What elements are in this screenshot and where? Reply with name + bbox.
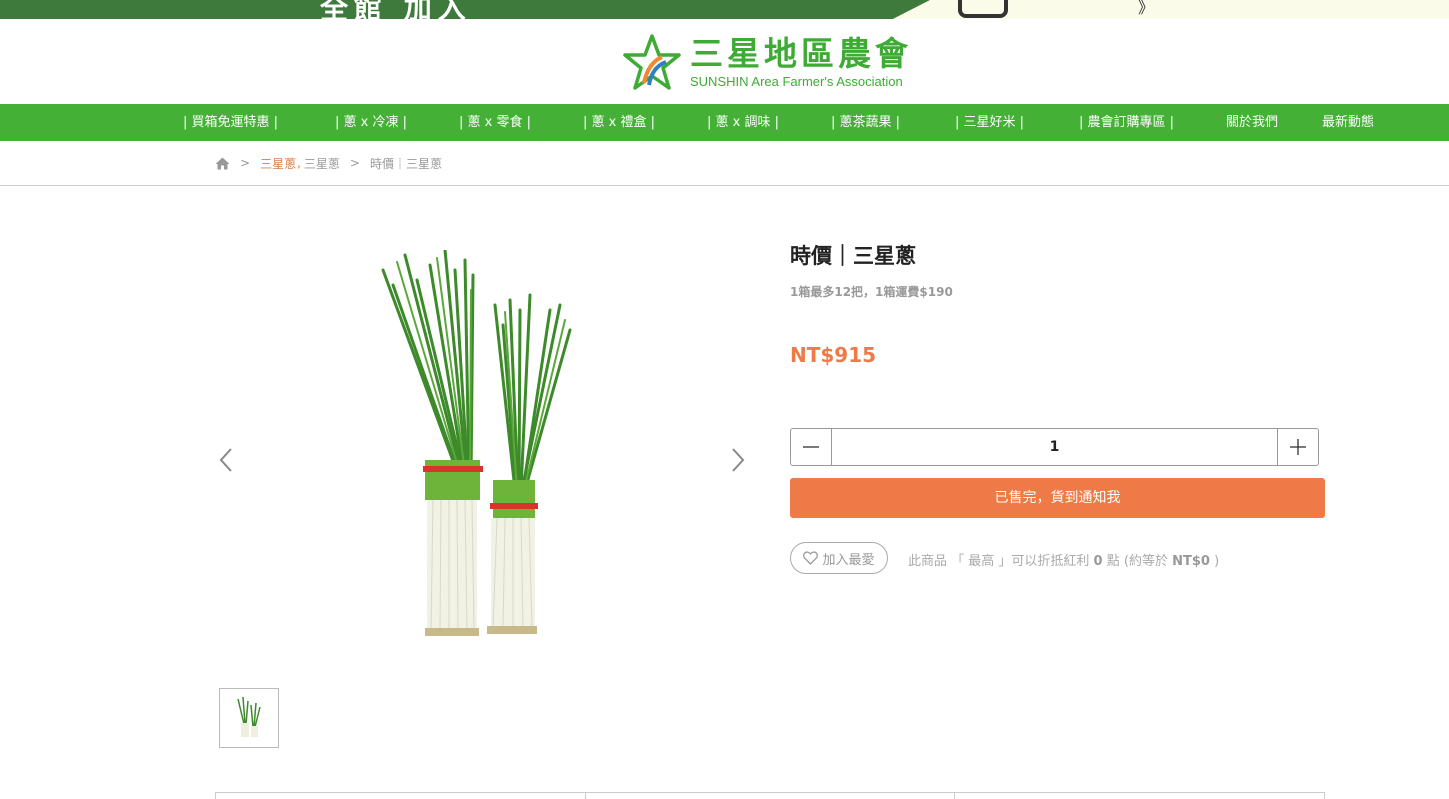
- promo-banner-text: 全館 加入: [320, 0, 472, 19]
- breadcrumb-separator-2: >: [349, 156, 360, 170]
- quantity-increase-button[interactable]: [1277, 429, 1318, 465]
- minus-icon: [803, 446, 819, 448]
- points-amount: 0: [1093, 554, 1103, 569]
- product-tab-1[interactable]: [216, 793, 586, 799]
- product-detail-tabs: [215, 792, 1325, 799]
- add-favorite-button[interactable]: 加入最愛: [790, 542, 888, 574]
- product-thumbnail[interactable]: [219, 688, 279, 748]
- points-suffix: ): [1214, 554, 1220, 569]
- thumbnail-image: [237, 696, 261, 737]
- nav-item-tea-vegetables[interactable]: | 蔥茶蔬果 |: [831, 104, 900, 141]
- logo-chinese-name: 三星地區農會: [690, 34, 912, 73]
- product-subtitle: 1箱最多12把，1箱運費$190: [790, 285, 953, 299]
- product-tab-3[interactable]: [955, 793, 1324, 799]
- add-favorite-label: 加入最愛: [822, 552, 875, 568]
- heart-icon: [803, 551, 819, 565]
- logo-english-name: SUNSHIN Area Farmer's Association: [690, 74, 903, 89]
- nav-item-box-free-shipping[interactable]: | 買箱免運特惠 |: [183, 104, 278, 141]
- logo-star-icon: [623, 34, 681, 90]
- plus-icon: [1290, 439, 1306, 455]
- site-header: 三星地區農會 SUNSHIN Area Farmer's Association: [0, 19, 1449, 104]
- nav-item-snacks[interactable]: | 蔥 x 零食 |: [459, 104, 531, 141]
- chevron-right-icon[interactable]: [727, 445, 749, 475]
- nav-item-rice[interactable]: | 三星好米 |: [955, 104, 1024, 141]
- nav-item-about[interactable]: 關於我們: [1226, 104, 1278, 141]
- breadcrumb-current: 時價｜三星蔥: [369, 156, 442, 171]
- main-nav: | 買箱免運特惠 | | 蔥 x 冷凍 | | 蔥 x 零食 | | 蔥 x 禮…: [0, 104, 1449, 141]
- nav-item-order-zone[interactable]: | 農會訂購專區 |: [1079, 104, 1174, 141]
- quantity-decrease-button[interactable]: [791, 429, 832, 465]
- product-title: 時價｜三星蔥: [790, 244, 916, 268]
- home-icon[interactable]: [215, 157, 230, 170]
- quantity-input[interactable]: [832, 429, 1277, 465]
- promo-banner-badge: [958, 0, 1008, 18]
- breadcrumb: > 三星蔥 , 三星蔥 > 時價｜三星蔥: [215, 153, 442, 173]
- points-unit: 點 (約等於: [1106, 554, 1168, 569]
- product-image: [381, 250, 572, 636]
- product-price: NT$915: [790, 343, 877, 367]
- nav-item-gift-box[interactable]: | 蔥 x 禮盒 |: [583, 104, 655, 141]
- points-prefix: 此商品 「 最高 」可以折抵紅利: [908, 554, 1090, 569]
- breadcrumb-separator: >: [240, 156, 251, 170]
- chevron-left-icon[interactable]: [215, 445, 237, 475]
- promo-banner[interactable]: 全館 加入 》: [0, 0, 1449, 19]
- quantity-stepper: [790, 428, 1319, 466]
- promo-banner-tail: 》: [1138, 0, 1155, 17]
- nav-item-seasoning[interactable]: | 蔥 x 調味 |: [707, 104, 779, 141]
- breadcrumb-comma: ,: [297, 156, 301, 170]
- breadcrumb-category-link[interactable]: 三星蔥: [260, 155, 296, 172]
- bonus-points-info: 此商品 「 最高 」可以折抵紅利 0 點 (約等於 NT$0 ): [908, 550, 1219, 569]
- sold-out-notify-button[interactable]: 已售完，貨到通知我: [790, 478, 1325, 518]
- product-gallery: [215, 230, 750, 660]
- nav-item-frozen[interactable]: | 蔥 x 冷凍 |: [335, 104, 407, 141]
- points-value: NT$0: [1172, 554, 1210, 569]
- site-logo[interactable]: 三星地區農會 SUNSHIN Area Farmer's Association: [622, 33, 912, 93]
- breadcrumb-category-link-2[interactable]: 三星蔥: [304, 155, 340, 172]
- nav-item-news[interactable]: 最新動態: [1322, 104, 1374, 141]
- logo-text: 三星地區農會 SUNSHIN Area Farmer's Association: [690, 36, 912, 90]
- product-tab-2[interactable]: [586, 793, 956, 799]
- header-divider: [0, 185, 1449, 186]
